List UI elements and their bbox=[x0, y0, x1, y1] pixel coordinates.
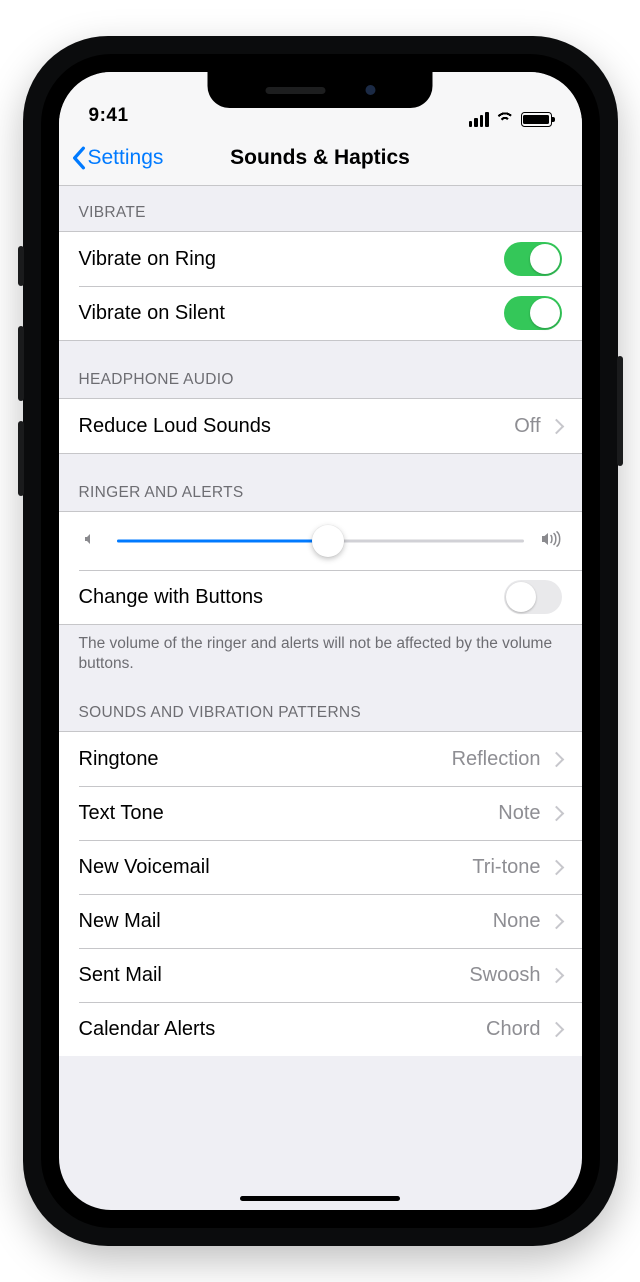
row-sent-mail[interactable]: Sent Mail Swoosh bbox=[59, 948, 582, 1002]
toggle-vibrate-on-silent[interactable] bbox=[504, 296, 562, 330]
row-new-voicemail[interactable]: New Voicemail Tri-tone bbox=[59, 840, 582, 894]
row-label: Sent Mail bbox=[79, 964, 162, 987]
row-label: Ringtone bbox=[79, 748, 159, 771]
row-value: Swoosh bbox=[469, 964, 540, 987]
ringer-volume-slider[interactable] bbox=[117, 526, 524, 556]
notch bbox=[208, 72, 433, 108]
row-label: Change with Buttons bbox=[79, 586, 264, 609]
back-label: Settings bbox=[88, 146, 164, 170]
phone-frame: 9:41 Settings Sounds & Haptics bbox=[23, 36, 618, 1246]
section-footer-ringer: The volume of the ringer and alerts will… bbox=[59, 625, 582, 674]
nav-bar: Settings Sounds & Haptics bbox=[59, 130, 582, 186]
row-label: Calendar Alerts bbox=[79, 1018, 216, 1041]
chevron-right-icon bbox=[548, 418, 564, 434]
row-calendar-alerts[interactable]: Calendar Alerts Chord bbox=[59, 1002, 582, 1056]
status-time: 9:41 bbox=[89, 105, 129, 127]
row-reduce-loud-sounds[interactable]: Reduce Loud Sounds Off bbox=[59, 398, 582, 454]
row-label: Vibrate on Ring bbox=[79, 248, 217, 271]
chevron-right-icon bbox=[548, 968, 564, 984]
row-text-tone[interactable]: Text Tone Note bbox=[59, 786, 582, 840]
row-value: Off bbox=[514, 415, 540, 438]
chevron-left-icon bbox=[71, 146, 87, 170]
home-indicator[interactable] bbox=[240, 1196, 400, 1201]
row-value: Chord bbox=[486, 1018, 540, 1041]
section-header-headphone: HEADPHONE AUDIO bbox=[59, 341, 582, 398]
screen: 9:41 Settings Sounds & Haptics bbox=[59, 72, 582, 1210]
battery-icon bbox=[521, 112, 552, 127]
settings-scroll[interactable]: VIBRATE Vibrate on Ring Vibrate on Silen… bbox=[59, 182, 582, 1210]
row-new-mail[interactable]: New Mail None bbox=[59, 894, 582, 948]
row-label: New Mail bbox=[79, 910, 161, 933]
row-change-with-buttons[interactable]: Change with Buttons bbox=[59, 570, 582, 625]
chevron-right-icon bbox=[548, 752, 564, 768]
row-vibrate-on-silent[interactable]: Vibrate on Silent bbox=[59, 286, 582, 341]
section-header-vibrate: VIBRATE bbox=[59, 182, 582, 231]
row-label: Text Tone bbox=[79, 802, 164, 825]
row-value: None bbox=[493, 910, 541, 933]
section-header-ringer: RINGER AND ALERTS bbox=[59, 454, 582, 511]
toggle-change-with-buttons[interactable] bbox=[504, 580, 562, 614]
chevron-right-icon bbox=[548, 1022, 564, 1038]
row-ringtone[interactable]: Ringtone Reflection bbox=[59, 731, 582, 786]
row-label: Vibrate on Silent bbox=[79, 302, 225, 325]
row-ringer-volume bbox=[59, 511, 582, 570]
chevron-right-icon bbox=[548, 860, 564, 876]
section-header-sounds: SOUNDS AND VIBRATION PATTERNS bbox=[59, 674, 582, 731]
chevron-right-icon bbox=[548, 806, 564, 822]
cellular-icon bbox=[469, 112, 489, 127]
row-label: Reduce Loud Sounds bbox=[79, 415, 271, 438]
row-value: Reflection bbox=[452, 748, 541, 771]
speaker-high-icon bbox=[540, 531, 562, 552]
speaker-low-icon bbox=[79, 532, 101, 550]
row-label: New Voicemail bbox=[79, 856, 210, 879]
row-value: Note bbox=[498, 802, 540, 825]
sounds-group: Ringtone Reflection Text Tone Note New Voice… bbox=[59, 731, 582, 1056]
chevron-right-icon bbox=[548, 914, 564, 930]
back-button[interactable]: Settings bbox=[71, 146, 164, 170]
toggle-vibrate-on-ring[interactable] bbox=[504, 242, 562, 276]
row-value: Tri-tone bbox=[472, 856, 540, 879]
row-vibrate-on-ring[interactable]: Vibrate on Ring bbox=[59, 231, 582, 286]
wifi-icon bbox=[495, 112, 515, 127]
